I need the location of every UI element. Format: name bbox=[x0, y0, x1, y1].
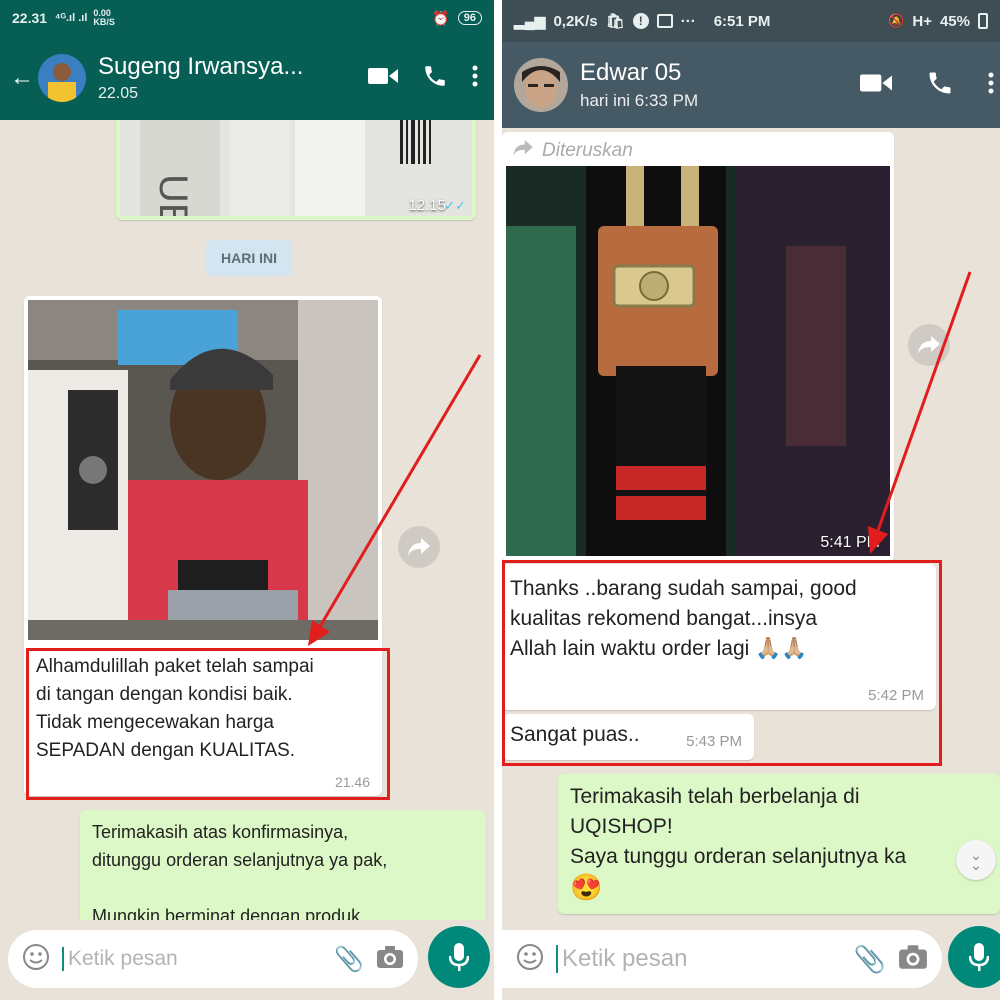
left-chat-screenshot: 22.31 ⁴ᴳ.ıl .ıl 0.00 KB/S ⏰ 96 ← Sugeng … bbox=[0, 0, 494, 1000]
camera-icon[interactable] bbox=[376, 945, 404, 974]
message-text: Terimakasih atas konfirmasinya, ditunggu… bbox=[92, 822, 388, 920]
message-time: 5:43 PM bbox=[686, 733, 742, 750]
incoming-message[interactable]: Sangat puas.. 5:43 PM bbox=[502, 714, 754, 760]
status-bar: 22.31 ⁴ᴳ.ıl .ıl 0.00 KB/S ⏰ 96 bbox=[0, 0, 494, 36]
message-text: Terimakasih telah berbelanja di UQISHOP!… bbox=[570, 785, 907, 868]
mute-icon: 🔕 bbox=[888, 13, 905, 28]
last-seen: hari ini 6:33 PM bbox=[580, 91, 699, 110]
folded-hands-emoji: 🙏🏼🙏🏼 bbox=[755, 637, 808, 660]
last-seen: 22.05 bbox=[98, 85, 139, 102]
contact-name[interactable]: Sugeng Irwansya... bbox=[98, 53, 368, 81]
date-separator: HARI INI bbox=[206, 240, 292, 276]
message-text: Sangat puas.. bbox=[510, 723, 640, 746]
scroll-down-button[interactable]: ⌄ ⌄ bbox=[956, 840, 996, 880]
chat-header: Edwar 05 hari ini 6:33 PM bbox=[502, 42, 1000, 128]
network-type: H+ bbox=[912, 12, 932, 30]
leather-belt-photo bbox=[506, 166, 890, 556]
notification-icon bbox=[656, 14, 673, 28]
more-options-icon[interactable] bbox=[472, 65, 478, 92]
message-input-bar: 📎 bbox=[502, 920, 1000, 1000]
message-time: 21.46 bbox=[334, 774, 370, 790]
emoji-icon[interactable] bbox=[22, 943, 50, 976]
annotation-arrow bbox=[308, 354, 482, 646]
alarm-icon: ⏰ bbox=[432, 9, 450, 26]
signal-icon: ▂▄▆ bbox=[514, 12, 546, 29]
avatar[interactable] bbox=[38, 54, 86, 102]
message-time: 5:42 PM bbox=[868, 687, 924, 704]
battery-indicator: 45% bbox=[939, 12, 970, 30]
message-input[interactable] bbox=[62, 947, 323, 971]
message-text: Thanks ..barang sudah sampai, good kuali… bbox=[510, 577, 857, 660]
svg-text:UB-B: UB-B bbox=[151, 174, 195, 216]
battery-indicator: 96 bbox=[457, 11, 482, 25]
network-speed: 0,2K/s bbox=[553, 12, 598, 30]
video-call-icon[interactable] bbox=[860, 72, 892, 99]
more-options-icon[interactable] bbox=[988, 71, 994, 100]
network-speed: 0.00 KB/S bbox=[93, 8, 115, 27]
contact-name[interactable]: Edwar 05 bbox=[580, 59, 860, 87]
outgoing-message[interactable]: Terimakasih atas konfirmasinya, ditunggu… bbox=[80, 810, 486, 920]
alert-icon: ! bbox=[632, 13, 649, 29]
chat-messages: Diteruskan 5:41 PM Thanks ..barang sudah… bbox=[502, 128, 1000, 920]
status-time: 22.31 bbox=[12, 10, 48, 26]
chat-header: ← Sugeng Irwansya... 22.05 bbox=[0, 36, 494, 120]
status-time: 6:51 PM bbox=[713, 12, 771, 30]
signal-indicator: ⁴ᴳ.ıl .ıl bbox=[55, 12, 88, 24]
mic-button[interactable] bbox=[428, 926, 490, 988]
attachment-icon[interactable]: 📎 bbox=[334, 945, 364, 974]
incoming-message[interactable]: Thanks ..barang sudah sampai, good kuali… bbox=[502, 564, 936, 710]
image-message[interactable]: UB-B 12.15 ✓✓ bbox=[116, 120, 476, 270]
bag-icon: 🛍 bbox=[605, 13, 625, 30]
phone-icon[interactable] bbox=[926, 69, 954, 102]
panel-divider bbox=[494, 0, 502, 1000]
right-chat-screenshot: ▂▄▆ 0,2K/s 🛍 ! ··· 6:51 PM 🔕 H+ 45% Edwa… bbox=[502, 0, 1000, 1000]
chat-messages: UB-B 12.15 ✓✓ HARI INI bbox=[0, 120, 494, 920]
status-bar: ▂▄▆ 0,2K/s 🛍 ! ··· 6:51 PM 🔕 H+ 45% bbox=[502, 0, 1000, 42]
more-dots-icon: ··· bbox=[680, 12, 696, 30]
battery-icon bbox=[978, 13, 988, 29]
emoji-icon[interactable] bbox=[516, 943, 544, 976]
message-input-bar: 📎 bbox=[0, 920, 494, 1000]
forwarded-label: Diteruskan bbox=[506, 136, 890, 166]
mic-button[interactable] bbox=[948, 926, 1000, 988]
double-chevron-down-icon: ⌄ ⌄ bbox=[970, 847, 982, 873]
message-time: 12.15 bbox=[408, 197, 446, 214]
message-input[interactable] bbox=[556, 945, 842, 973]
outgoing-message[interactable]: Terimakasih telah berbelanja di UQISHOP!… bbox=[558, 774, 1000, 914]
avatar[interactable] bbox=[514, 58, 568, 112]
heart-eyes-emoji: 😍 bbox=[570, 872, 603, 902]
forward-arrow-icon bbox=[512, 140, 534, 162]
video-call-icon[interactable] bbox=[368, 66, 398, 91]
attachment-icon[interactable]: 📎 bbox=[854, 944, 886, 975]
camera-icon[interactable] bbox=[898, 944, 928, 975]
forwarded-image-message[interactable]: Diteruskan 5:41 PM bbox=[502, 132, 894, 562]
read-receipt-icon: ✓✓ bbox=[444, 198, 466, 213]
back-arrow-icon[interactable]: ← bbox=[6, 64, 38, 92]
annotation-arrow bbox=[868, 271, 972, 554]
message-text: Alhamdulillah paket telah sampai di tang… bbox=[36, 656, 314, 761]
message-composer[interactable]: 📎 bbox=[8, 930, 418, 988]
phone-icon[interactable] bbox=[422, 63, 448, 94]
message-composer[interactable]: 📎 bbox=[502, 930, 942, 988]
